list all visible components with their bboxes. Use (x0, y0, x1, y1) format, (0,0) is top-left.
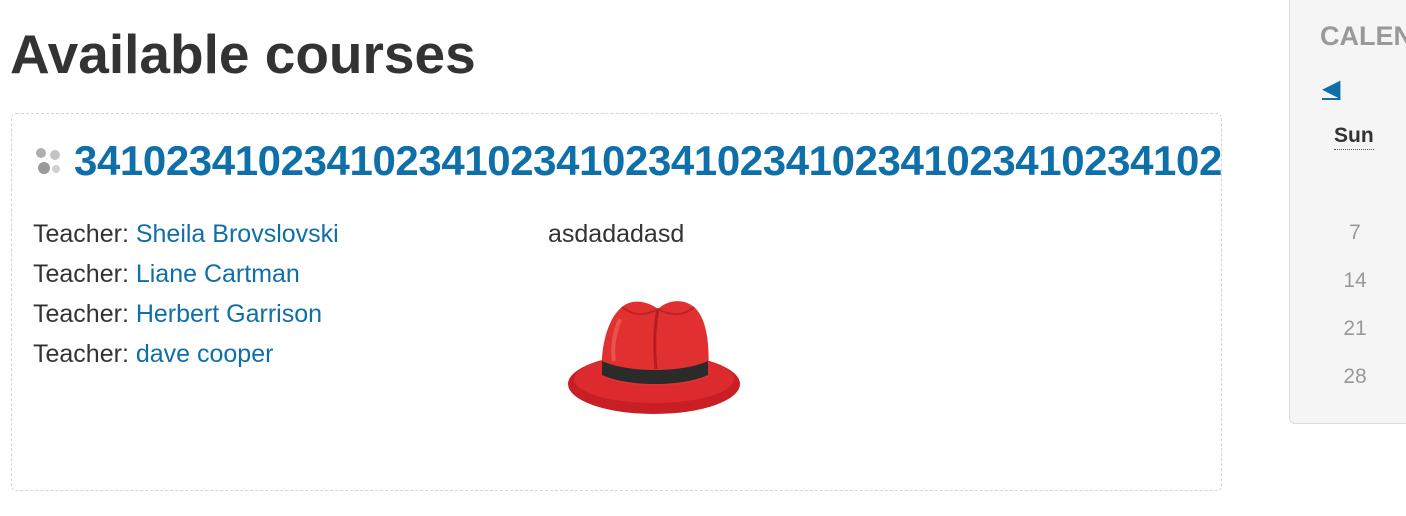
teacher-link[interactable]: dave cooper (136, 340, 274, 368)
teacher-row: Teacher: dave cooper (33, 334, 339, 374)
teacher-list: Teacher: Sheila Brovslovski Teacher: Lia… (33, 214, 339, 374)
calendar-prev-month-button[interactable]: ◀ (1322, 77, 1340, 101)
calendar-date: 21 (1343, 317, 1367, 340)
calendar-date: 28 (1343, 365, 1367, 388)
teacher-role-label: Teacher: (33, 300, 136, 328)
red-fedora-hat-image (568, 301, 740, 414)
triangle-left-icon: ◀ (1322, 75, 1341, 102)
calendar-date: 14 (1343, 269, 1367, 292)
course-summary: asdadadasd (548, 220, 685, 248)
teacher-link[interactable]: Sheila Brovslovski (136, 220, 339, 248)
calendar-title: CALENDAR (1320, 21, 1406, 51)
teacher-row: Teacher: Sheila Brovslovski (33, 214, 339, 254)
teacher-row: Teacher: Herbert Garrison (33, 294, 339, 334)
calendar-day-header-sunday: Sun (1334, 124, 1374, 150)
course-box: 3410234102341023410234102341023410234102… (11, 113, 1222, 491)
course-name-link[interactable]: 3410234102341023410234102341023410234102… (74, 137, 1221, 185)
course-name-row: 3410234102341023410234102341023410234102… (32, 136, 1221, 186)
course-icon (36, 148, 60, 174)
teacher-link[interactable]: Herbert Garrison (136, 300, 322, 328)
teacher-role-label: Teacher: (33, 220, 136, 248)
calendar-block: CALENDAR ◀ Sun 7 14 21 28 (1289, 0, 1406, 424)
teacher-role-label: Teacher: (33, 340, 136, 368)
teacher-link[interactable]: Liane Cartman (136, 260, 300, 288)
teacher-row: Teacher: Liane Cartman (33, 254, 339, 294)
page: Available courses 3410234102341023410234… (0, 0, 1406, 516)
page-title: Available courses (10, 23, 476, 85)
teacher-role-label: Teacher: (33, 260, 136, 288)
calendar-date: 7 (1349, 221, 1361, 244)
